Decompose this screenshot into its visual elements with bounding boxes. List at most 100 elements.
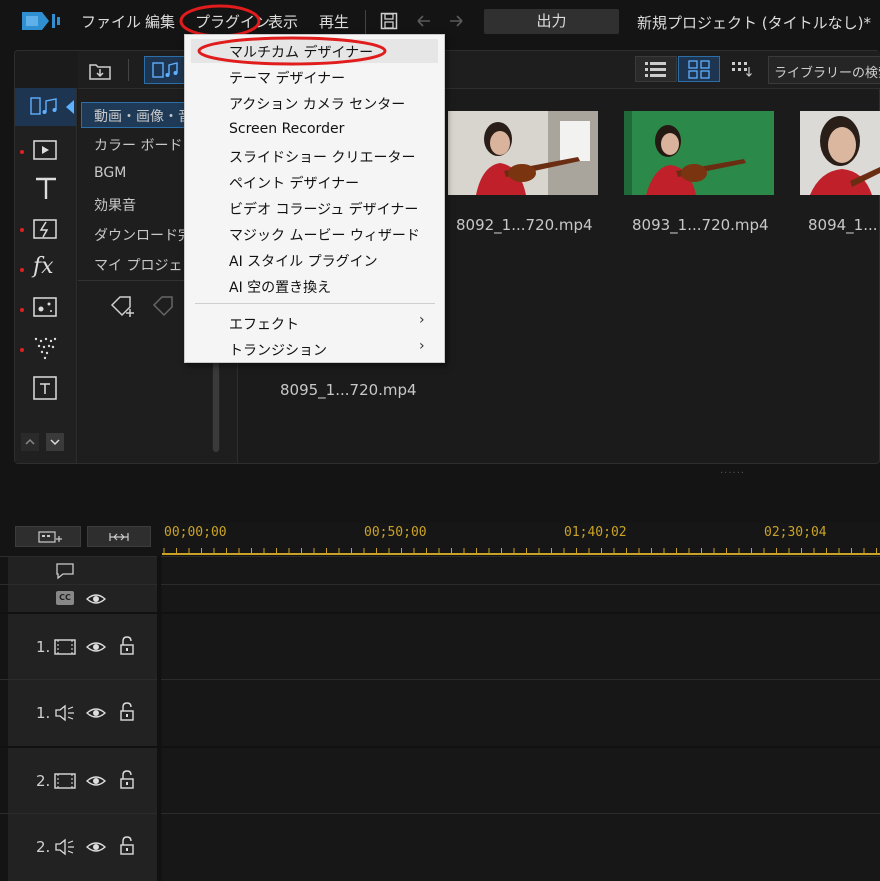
menu-item-paint-designer[interactable]: ペイント デザイナー xyxy=(229,173,359,193)
visibility-eye-icon[interactable] xyxy=(85,839,107,859)
video-track-1: 1. xyxy=(0,612,880,679)
redo-icon[interactable] xyxy=(446,12,466,34)
video-track-2: 2. xyxy=(0,746,880,813)
track-manager-button[interactable] xyxy=(15,526,81,547)
media-thumbnail[interactable] xyxy=(800,111,880,195)
chapter-marker-icon[interactable] xyxy=(55,562,75,584)
notify-dot-icon xyxy=(20,150,24,154)
divider xyxy=(128,59,129,81)
sparkle-room-icon[interactable] xyxy=(32,335,58,361)
menu-item-ai-style-plugin[interactable]: AI スタイル プラグイン xyxy=(229,251,378,271)
save-icon[interactable] xyxy=(380,12,398,34)
lock-icon[interactable] xyxy=(118,770,136,794)
visibility-eye-icon[interactable] xyxy=(85,773,107,793)
tree-item-sound-effects[interactable]: 効果音 xyxy=(94,195,136,215)
track-number: 1. xyxy=(36,704,51,722)
media-room-tab[interactable] xyxy=(15,88,76,126)
menu-item-slideshow-creator[interactable]: スライドショー クリエーター xyxy=(229,147,415,167)
fit-timeline-button[interactable] xyxy=(87,526,151,547)
subtitle-room-icon[interactable] xyxy=(32,375,58,401)
title-template-icon[interactable] xyxy=(32,138,58,164)
particle-room-icon[interactable] xyxy=(32,295,58,321)
tree-item-media[interactable]: 動画・画像・音 xyxy=(94,106,192,126)
menu-playback[interactable]: 再生 xyxy=(319,11,349,32)
ruler-time-label: 00;50;00 xyxy=(364,525,427,540)
subtitle-track: CC xyxy=(0,584,880,612)
menu-item-ai-sky-replacement[interactable]: AI 空の置き換え xyxy=(229,277,331,297)
ruler-time-label: 01;40;02 xyxy=(564,525,627,540)
submenu-arrow-icon: › xyxy=(419,312,425,328)
annotation-ellipse xyxy=(197,36,387,66)
media-label: 8092_1...720.mp4 xyxy=(456,216,593,234)
text-room-icon[interactable] xyxy=(33,175,59,201)
media-label: 8094_1... xyxy=(808,216,878,234)
lock-icon[interactable] xyxy=(118,836,136,860)
video-track-icon xyxy=(54,772,76,794)
menu-item-action-camera-center[interactable]: アクション カメラ センター xyxy=(229,94,405,114)
import-icon[interactable] xyxy=(88,59,112,85)
active-indicator-icon xyxy=(66,100,74,114)
scroll-up-button[interactable] xyxy=(21,433,39,451)
sort-icon[interactable] xyxy=(730,59,752,83)
visibility-eye-icon[interactable] xyxy=(85,591,107,611)
menu-edit[interactable]: 編集 xyxy=(145,11,175,32)
submenu-arrow-icon: › xyxy=(419,338,425,354)
project-title: 新規プロジェクト (タイトルなし)* xyxy=(637,14,871,32)
output-button[interactable]: 出力 xyxy=(484,9,619,34)
closed-caption-icon: CC xyxy=(56,591,74,605)
library-search-input[interactable]: ライブラリーの検索 xyxy=(768,56,880,84)
scroll-down-button[interactable] xyxy=(46,433,64,451)
ruler-ticks xyxy=(163,548,877,554)
plugin-dropdown-menu: マルチカム デザイナー テーマ デザイナー アクション カメラ センター Scr… xyxy=(184,34,445,363)
visibility-eye-icon[interactable] xyxy=(85,705,107,725)
undo-icon[interactable] xyxy=(414,12,434,34)
divider xyxy=(365,10,366,34)
search-placeholder: ライブラリーの検索 xyxy=(774,66,880,81)
list-view-button[interactable] xyxy=(635,56,677,82)
ruler-time-label: 00;00;00 xyxy=(164,525,227,540)
speaker-icon xyxy=(54,704,76,726)
media-tab-button[interactable] xyxy=(144,56,186,84)
media-label: 8093_1...720.mp4 xyxy=(632,216,769,234)
visibility-eye-icon[interactable] xyxy=(85,639,107,659)
notify-dot-icon xyxy=(20,268,24,272)
transition-room-icon[interactable] xyxy=(32,216,58,242)
menu-item-screen-recorder[interactable]: Screen Recorder xyxy=(229,121,344,137)
media-label: 8095_1...720.mp4 xyxy=(280,381,417,399)
lock-icon[interactable] xyxy=(118,702,136,726)
track-splitter[interactable] xyxy=(157,556,161,881)
tree-item-color-board[interactable]: カラー ボード xyxy=(94,135,182,155)
grid-view-button[interactable] xyxy=(678,56,720,82)
audio-track-2: 2. xyxy=(0,813,880,881)
notify-dot-icon xyxy=(20,308,24,312)
notify-dot-icon xyxy=(20,348,24,352)
menu-item-video-collage-designer[interactable]: ビデオ コラージュ デザイナー xyxy=(229,199,418,219)
menu-item-theme-designer[interactable]: テーマ デザイナー xyxy=(229,68,345,88)
add-tag-icon[interactable] xyxy=(108,293,136,325)
ruler-time-label: 02;30;04 xyxy=(764,525,827,540)
media-thumbnail[interactable] xyxy=(448,111,598,195)
menu-item-magic-movie-wizard[interactable]: マジック ムービー ウィザード xyxy=(229,225,420,245)
fx-room-icon[interactable]: fx xyxy=(33,254,59,280)
audio-track-1: 1. xyxy=(0,679,880,746)
track-number: 2. xyxy=(36,838,51,856)
lock-icon[interactable] xyxy=(118,636,136,660)
app-logo-icon xyxy=(22,10,62,32)
track-number: 2. xyxy=(36,772,51,790)
timeline-ruler[interactable]: 00;00;00 00;50;00 01;40;02 02;30;04 xyxy=(162,523,880,555)
menu-divider xyxy=(195,303,435,304)
notify-dot-icon xyxy=(20,228,24,232)
track-number: 1. xyxy=(36,638,51,656)
splitter-grip-icon[interactable]: ······ xyxy=(720,468,745,479)
menu-file[interactable]: ファイル xyxy=(81,11,141,32)
room-rail: fx xyxy=(15,88,77,463)
menu-item-effects[interactable]: エフェクト xyxy=(229,314,299,334)
video-track-icon xyxy=(54,638,76,660)
tree-item-bgm[interactable]: BGM xyxy=(94,165,126,181)
chapter-track xyxy=(0,556,880,584)
remove-tag-icon[interactable] xyxy=(150,293,178,325)
menu-view[interactable]: 表示 xyxy=(268,11,298,32)
media-thumbnail[interactable] xyxy=(624,111,774,195)
speaker-icon xyxy=(54,838,76,860)
menu-item-transitions[interactable]: トランジション xyxy=(229,340,327,360)
